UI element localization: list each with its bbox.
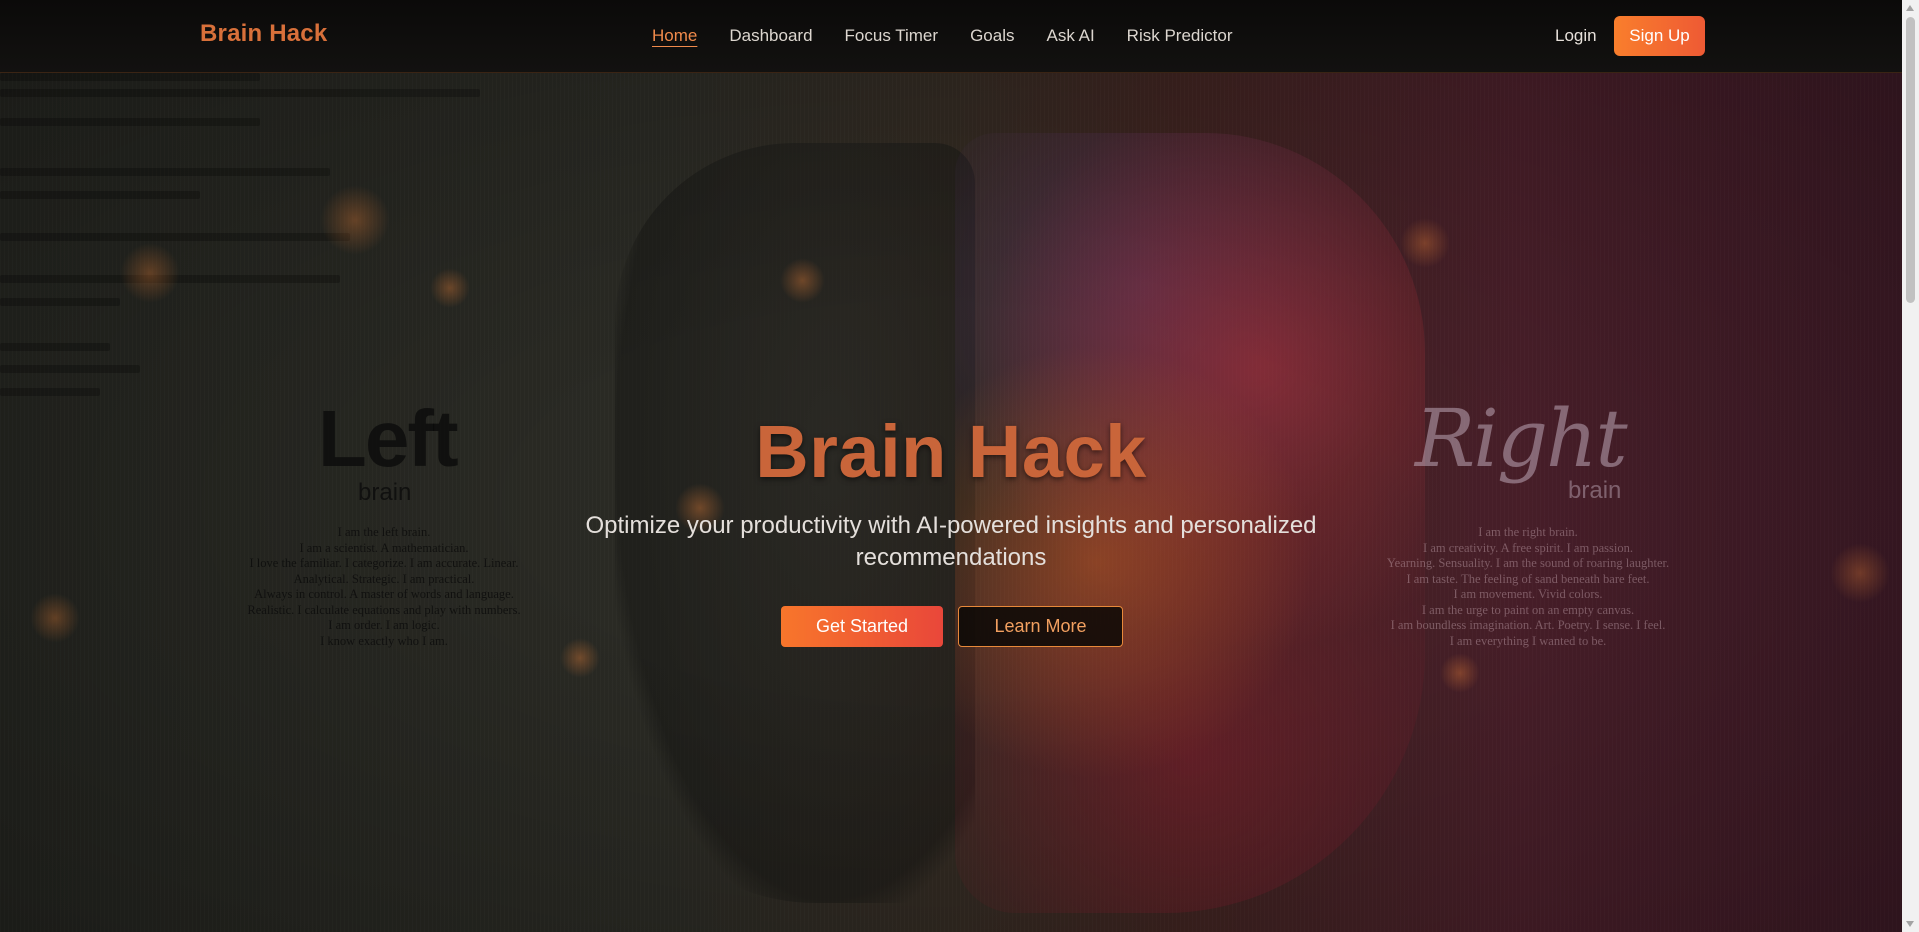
right-brain-text: I am the right brain. I am creativity. A… bbox=[1386, 525, 1670, 648]
nav-link-risk-predictor[interactable]: Risk Predictor bbox=[1127, 24, 1233, 48]
brand-logo-link[interactable]: Brain Hack bbox=[200, 20, 327, 48]
nav-link-dashboard[interactable]: Dashboard bbox=[729, 24, 812, 48]
learn-more-button[interactable]: Learn More bbox=[958, 606, 1123, 647]
login-link[interactable]: Login bbox=[1555, 24, 1597, 48]
top-navbar: Brain Hack Home Dashboard Focus Timer Go… bbox=[0, 0, 1902, 73]
nav-link-goals[interactable]: Goals bbox=[970, 24, 1014, 48]
hero-subtitle: Optimize your productivity with AI-power… bbox=[585, 512, 1317, 571]
get-started-button[interactable]: Get Started bbox=[781, 606, 943, 647]
scroll-down-arrow-icon[interactable] bbox=[1906, 921, 1914, 927]
scroll-thumb[interactable] bbox=[1906, 17, 1915, 303]
nav-link-ask-ai[interactable]: Ask AI bbox=[1046, 24, 1094, 48]
left-brain-text: I am the left brain. I am a scientist. A… bbox=[247, 525, 521, 648]
nav-links: Home Dashboard Focus Timer Goals Ask AI … bbox=[652, 24, 1264, 48]
hero-title: Brain Hack bbox=[755, 410, 1147, 493]
hero-section: Left brain I am the left brain. I am a s… bbox=[0, 73, 1902, 932]
scroll-up-arrow-icon[interactable] bbox=[1906, 5, 1914, 11]
page-scrollbar[interactable] bbox=[1902, 0, 1919, 932]
signup-button[interactable]: Sign Up bbox=[1614, 16, 1705, 56]
nav-link-home[interactable]: Home bbox=[652, 24, 697, 48]
nav-link-focus-timer[interactable]: Focus Timer bbox=[845, 24, 939, 48]
